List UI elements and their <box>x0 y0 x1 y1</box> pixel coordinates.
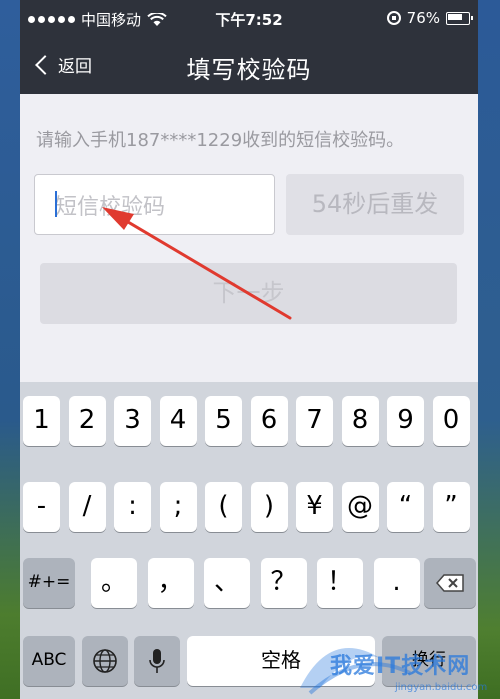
watermark-subtext: jingyan.baidu.com <box>395 682 488 693</box>
watermark-text: 我爱IT技术网 <box>330 654 471 679</box>
red-annotation-arrow <box>102 207 292 320</box>
